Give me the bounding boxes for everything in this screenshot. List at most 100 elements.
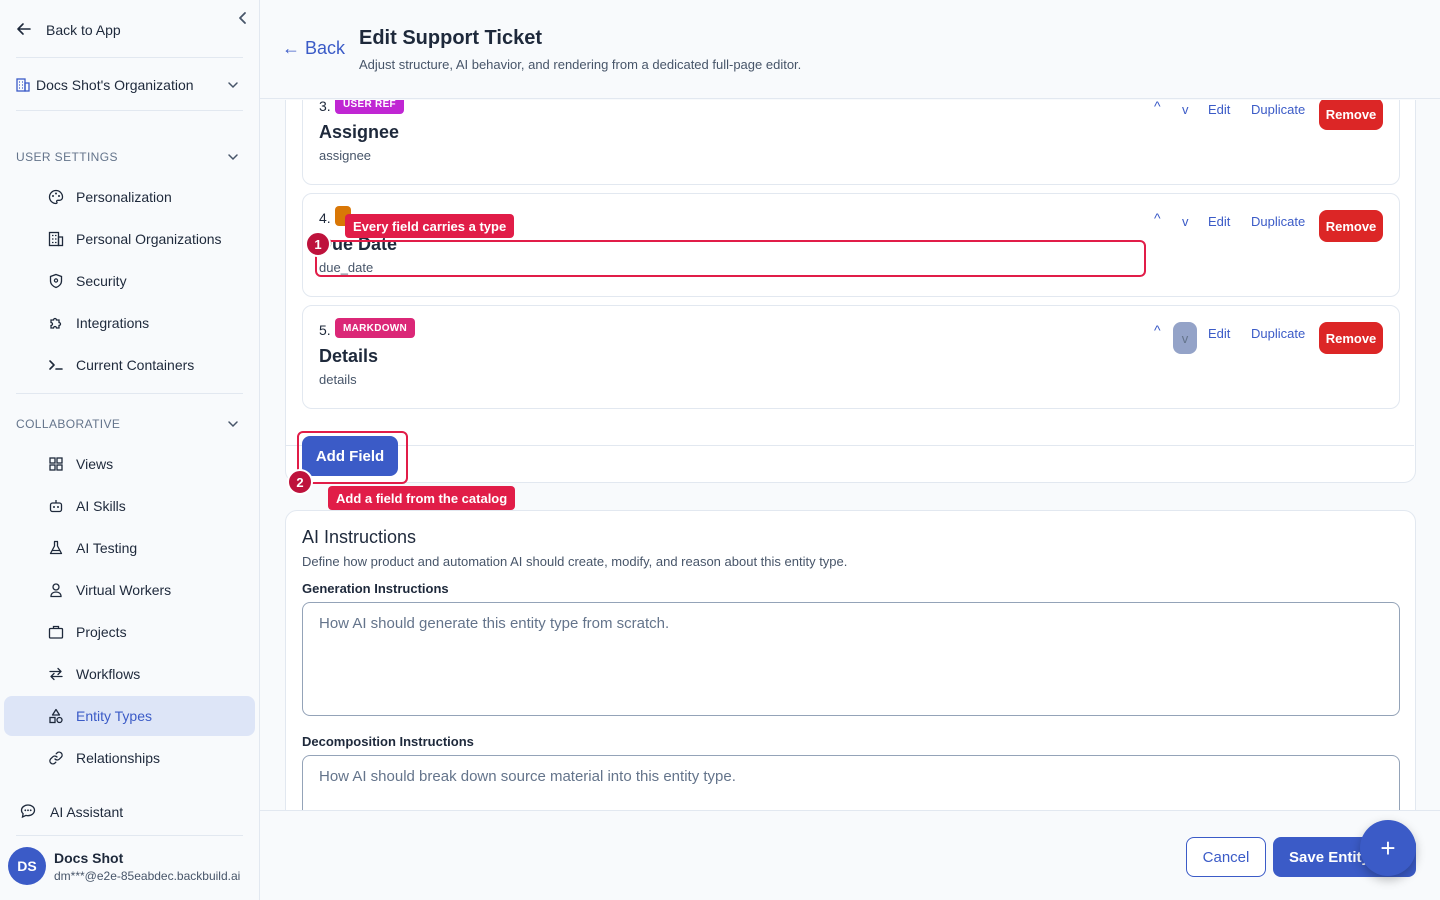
field-label: Assignee	[319, 122, 400, 142]
cancel-button[interactable]: Cancel	[1186, 837, 1266, 877]
decomposition-instructions-textarea[interactable]: How AI should break down source material…	[302, 755, 1400, 810]
page-subtitle: Adjust structure, AI behavior, and rende…	[359, 57, 802, 72]
section-title: COLLABORATIVE	[16, 417, 121, 431]
building-icon	[16, 78, 30, 92]
move-up-button[interactable]: ^	[1154, 210, 1161, 226]
sidebar-item-virtual-workers[interactable]: Virtual Workers	[4, 570, 255, 610]
remove-field-button[interactable]: Remove	[1319, 100, 1383, 130]
annotation-number-1: 1	[305, 231, 331, 257]
divider	[16, 57, 243, 58]
sidebar-item-label: Workflows	[76, 666, 141, 682]
remove-field-button[interactable]: Remove	[1319, 322, 1383, 354]
edit-field-button[interactable]: Edit	[1208, 326, 1230, 341]
page-header: ← Back Edit Support Ticket Adjust struct…	[260, 0, 1440, 99]
sidebar-item-personal-organizations[interactable]: Personal Organizations	[4, 219, 255, 259]
org-switcher[interactable]: Docs Shot's Organization	[16, 70, 243, 100]
user-profile[interactable]: DS Docs Shot dm***@e2e-85eabdec.backbuil…	[8, 847, 240, 885]
remove-field-button[interactable]: Remove	[1319, 210, 1383, 242]
back-link[interactable]: ← Back	[282, 38, 345, 59]
chevron-down-icon	[227, 79, 239, 91]
sidebar-item-label: AI Testing	[76, 540, 138, 556]
sidebar-item-ai-skills[interactable]: AI Skills	[4, 486, 255, 526]
textarea-placeholder: How AI should generate this entity type …	[319, 615, 670, 632]
field-number: 4.	[319, 210, 331, 226]
floating-add-button[interactable]: +	[1360, 820, 1416, 876]
flask-icon	[48, 540, 64, 556]
divider	[16, 393, 243, 394]
move-up-button[interactable]: ^	[1154, 100, 1161, 114]
sidebar-item-label: Integrations	[76, 315, 150, 331]
sidebar-item-label: Relationships	[76, 750, 161, 766]
editor-content[interactable]: 3. USER REF Assignee assignee ^ v Edit D…	[260, 100, 1440, 810]
annotation-tag-field-type: Every field carries a type	[345, 214, 515, 238]
terminal-icon	[48, 357, 64, 373]
org-name: Docs Shot's Organization	[36, 77, 194, 93]
annotation-highlight-add-field	[297, 431, 408, 484]
robot-icon	[48, 498, 64, 514]
sidebar-item-current-containers[interactable]: Current Containers	[4, 345, 255, 385]
field-row: 3. USER REF Assignee assignee ^ v Edit D…	[302, 100, 1400, 185]
grid-icon	[48, 456, 64, 472]
link-icon	[48, 750, 64, 766]
duplicate-field-button[interactable]: Duplicate	[1251, 214, 1305, 229]
back-to-app-label: Back to App	[46, 22, 121, 38]
field-type-badge: MARKDOWN	[335, 318, 416, 338]
page-title: Edit Support Ticket	[359, 27, 542, 49]
field-number: 5.	[319, 322, 331, 338]
field-type-badge: USER REF	[335, 100, 404, 114]
move-down-button[interactable]: v	[1182, 102, 1189, 117]
ai-assistant-label: AI Assistant	[50, 804, 124, 820]
user-name: Docs Shot	[54, 849, 124, 866]
sidebar-item-label: Virtual Workers	[76, 582, 172, 598]
section-title: AI Instructions	[302, 527, 417, 547]
building-icon	[48, 231, 64, 247]
sidebar-item-personalization[interactable]: Personalization	[4, 177, 255, 217]
ai-assistant-link[interactable]: AI Assistant	[20, 800, 123, 824]
sidebar-item-label: Current Containers	[76, 357, 195, 373]
divider	[16, 110, 243, 111]
move-down-button[interactable]: v	[1173, 322, 1197, 354]
chat-bubble-icon	[20, 803, 36, 822]
sidebar-item-projects[interactable]: Projects	[4, 612, 255, 652]
duplicate-field-button[interactable]: Duplicate	[1251, 326, 1305, 341]
shapes-icon	[48, 708, 64, 724]
field-label: Details	[319, 346, 379, 366]
user-settings-section-header[interactable]: USER SETTINGS	[16, 150, 243, 164]
sidebar-item-integrations[interactable]: Integrations	[4, 303, 255, 343]
sidebar-item-workflows[interactable]: Workflows	[4, 654, 255, 694]
back-to-app-link[interactable]: Back to App	[16, 14, 121, 46]
move-down-button[interactable]: v	[1182, 214, 1189, 229]
avatar: DS	[8, 847, 46, 885]
chevron-down-icon	[227, 151, 239, 163]
sidebar-item-entity-types[interactable]: Entity Types	[4, 696, 255, 736]
divider	[285, 445, 1414, 446]
sidebar-item-ai-testing[interactable]: AI Testing	[4, 528, 255, 568]
worker-icon	[48, 582, 64, 598]
edit-field-button[interactable]: Edit	[1208, 102, 1230, 117]
user-email: dm***@e2e-85eabdec.backbuild.ai	[54, 868, 241, 883]
duplicate-field-button[interactable]: Duplicate	[1251, 102, 1305, 117]
sidebar-item-views[interactable]: Views	[4, 444, 255, 484]
sidebar-item-label: Personal Organizations	[76, 231, 222, 247]
sidebar-item-security[interactable]: Security	[4, 261, 255, 301]
move-up-button[interactable]: ^	[1154, 322, 1161, 338]
field-key: assignee	[319, 148, 372, 163]
textarea-placeholder: How AI should break down source material…	[319, 768, 736, 785]
field-number: 3.	[319, 100, 331, 114]
collaborative-section-header[interactable]: COLLABORATIVE	[16, 417, 243, 431]
section-description: Define how product and automation AI sho…	[302, 554, 848, 569]
collapse-sidebar-icon[interactable]	[236, 10, 250, 26]
section-title: USER SETTINGS	[16, 150, 118, 164]
ai-instructions-card: AI Instructions Define how product and a…	[285, 510, 1416, 810]
divider	[16, 835, 243, 836]
sidebar-item-label: Entity Types	[76, 708, 153, 724]
sidebar-item-label: Views	[76, 456, 114, 472]
decomposition-instructions-label: Decomposition Instructions	[302, 734, 474, 749]
sidebar-item-relationships[interactable]: Relationships	[4, 738, 255, 778]
generation-instructions-label: Generation Instructions	[302, 581, 449, 596]
generation-instructions-textarea[interactable]: How AI should generate this entity type …	[302, 602, 1400, 716]
palette-icon	[48, 189, 64, 205]
field-key: details	[319, 372, 357, 387]
briefcase-icon	[48, 624, 64, 640]
edit-field-button[interactable]: Edit	[1208, 214, 1230, 229]
